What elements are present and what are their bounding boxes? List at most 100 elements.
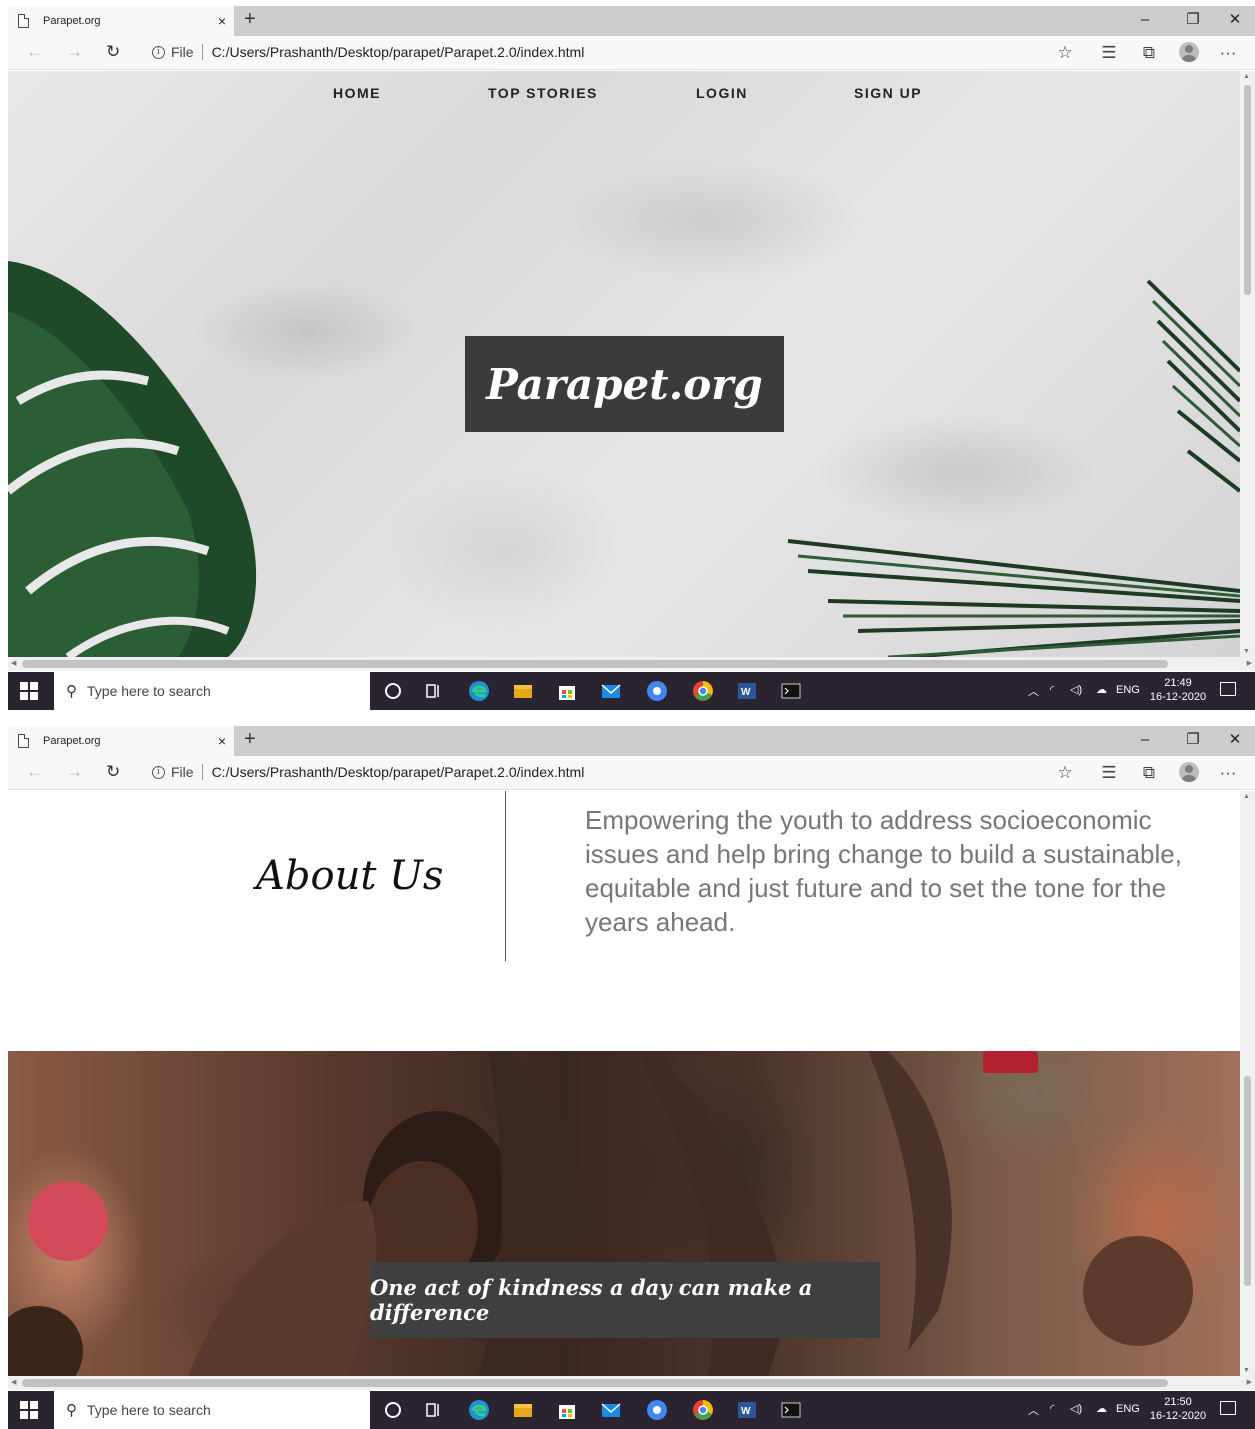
hero-section: HOME TOP STORIES LOGIN SIGN UP Parapet.o… (8, 71, 1240, 657)
taskbar-search-input[interactable]: ⚲ Type here to search (54, 1391, 370, 1429)
notification-icon[interactable] (1220, 1401, 1236, 1415)
volume-icon[interactable]: ◁) (1070, 683, 1082, 710)
screenshot-gap (0, 710, 1255, 726)
network-icon[interactable]: ◜ (1050, 683, 1054, 710)
cortana-icon[interactable] (382, 680, 404, 702)
url-field[interactable]: i File C:/Users/Prashanth/Desktop/parape… (152, 764, 584, 780)
hscroll-thumb[interactable] (22, 660, 1168, 668)
language-indicator[interactable]: ENG (1116, 1403, 1140, 1429)
taskbar-search-input[interactable]: ⚲ Type here to search (54, 672, 370, 710)
forward-icon[interactable]: → (66, 762, 83, 782)
nav-top-stories[interactable]: TOP STORIES (488, 85, 598, 101)
scroll-thumb[interactable] (1244, 1076, 1251, 1286)
cortana-icon[interactable] (382, 1399, 404, 1421)
scroll-left-icon[interactable]: ◀ (11, 659, 16, 667)
nav-login[interactable]: LOGIN (696, 85, 748, 101)
chrome-blue-icon[interactable] (646, 680, 668, 702)
task-view-icon[interactable] (422, 680, 444, 702)
volume-icon[interactable]: ◁) (1070, 1402, 1082, 1429)
mail-icon[interactable] (600, 680, 622, 702)
close-window-button[interactable]: ✕ (1214, 726, 1255, 756)
scroll-right-icon[interactable]: ▶ (1247, 659, 1252, 667)
show-hidden-icons[interactable]: ︿ (1028, 1402, 1039, 1429)
forward-icon[interactable]: → (66, 42, 83, 62)
onedrive-icon[interactable]: ☁ (1096, 1402, 1107, 1429)
tab-close-button[interactable]: × (218, 733, 226, 749)
mail-icon[interactable] (600, 1399, 622, 1421)
word-icon[interactable]: W (736, 680, 758, 702)
edge-icon[interactable] (468, 680, 490, 702)
scroll-down-icon[interactable]: ▼ (1243, 1367, 1250, 1374)
onedrive-icon[interactable]: ☁ (1096, 683, 1107, 710)
horizontal-scrollbar[interactable]: ◀ ▶ (8, 1376, 1255, 1390)
info-icon[interactable]: i (152, 765, 165, 779)
new-tab-button[interactable]: + (244, 8, 256, 31)
profile-avatar[interactable] (1179, 42, 1199, 62)
refresh-icon[interactable]: ↻ (106, 762, 120, 782)
more-menu-icon[interactable]: ··· (1217, 43, 1239, 63)
hscroll-thumb[interactable] (22, 1379, 1168, 1387)
page-viewport: HOME TOP STORIES LOGIN SIGN UP Parapet.o… (8, 71, 1240, 657)
terminal-icon[interactable] (780, 1399, 802, 1421)
restore-button[interactable]: ❐ (1172, 6, 1214, 36)
windows-start-icon[interactable] (20, 682, 38, 700)
horizontal-scrollbar[interactable]: ◀ ▶ (8, 657, 1255, 671)
scroll-down-icon[interactable]: ▼ (1243, 648, 1250, 655)
windows-start-icon[interactable] (20, 1401, 38, 1419)
show-hidden-icons[interactable]: ︿ (1028, 683, 1039, 710)
scroll-up-icon[interactable]: ▲ (1243, 793, 1250, 800)
url-separator (201, 44, 203, 60)
favorites-list-icon[interactable]: ☰ (1098, 763, 1120, 783)
terminal-icon[interactable] (780, 680, 802, 702)
edge-icon[interactable] (468, 1399, 490, 1421)
info-icon[interactable]: i (152, 45, 165, 59)
word-icon[interactable]: W (736, 1399, 758, 1421)
scroll-left-icon[interactable]: ◀ (11, 1378, 16, 1386)
browser-tab[interactable]: Parapet.org × (8, 6, 234, 36)
clock[interactable]: 21:49 16-12-2020 (1148, 676, 1208, 704)
chrome-blue-icon[interactable] (646, 1399, 668, 1421)
minimize-button[interactable]: – (1124, 6, 1166, 36)
minimize-button[interactable]: – (1124, 726, 1166, 756)
scroll-right-icon[interactable]: ▶ (1247, 1378, 1252, 1386)
task-view-icon[interactable] (422, 1399, 444, 1421)
tab-close-button[interactable]: × (218, 13, 226, 29)
address-bar: ← → ↻ i File C:/Users/Prashanth/Desktop/… (8, 756, 1255, 790)
favorites-list-icon[interactable]: ☰ (1098, 43, 1120, 63)
restore-button[interactable]: ❐ (1172, 726, 1214, 756)
url-text[interactable]: C:/Users/Prashanth/Desktop/parapet/Parap… (212, 764, 585, 780)
vertical-scrollbar[interactable]: ▲ ▼ (1240, 71, 1255, 657)
about-text: Empowering the youth to address socioeco… (585, 805, 1182, 937)
store-icon[interactable] (556, 1399, 578, 1421)
back-icon[interactable]: ← (26, 762, 43, 782)
chrome-icon[interactable] (692, 1399, 714, 1421)
nav-home[interactable]: HOME (333, 85, 381, 101)
favorite-star-icon[interactable]: ☆ (1054, 763, 1076, 783)
nav-sign-up[interactable]: SIGN UP (854, 85, 922, 101)
file-explorer-icon[interactable] (512, 680, 534, 702)
new-tab-button[interactable]: + (244, 728, 256, 751)
more-menu-icon[interactable]: ··· (1217, 763, 1239, 783)
file-explorer-icon[interactable] (512, 1399, 534, 1421)
network-icon[interactable]: ◜ (1050, 1402, 1054, 1429)
url-field[interactable]: i File C:/Users/Prashanth/Desktop/parape… (152, 44, 584, 60)
scroll-up-icon[interactable]: ▲ (1243, 73, 1250, 80)
refresh-icon[interactable]: ↻ (106, 42, 120, 62)
store-icon[interactable] (556, 680, 578, 702)
back-icon[interactable]: ← (26, 42, 43, 62)
favorite-star-icon[interactable]: ☆ (1054, 43, 1076, 63)
collections-icon[interactable]: ⧉ (1138, 43, 1160, 63)
clock[interactable]: 21:50 16-12-2020 (1148, 1395, 1208, 1423)
profile-avatar[interactable] (1179, 762, 1199, 782)
browser-tab[interactable]: Parapet.org × (8, 726, 234, 756)
notification-icon[interactable] (1220, 682, 1236, 696)
scroll-thumb[interactable] (1244, 85, 1251, 295)
url-text[interactable]: C:/Users/Prashanth/Desktop/parapet/Parap… (212, 44, 585, 60)
file-label: File (171, 44, 194, 60)
collections-icon[interactable]: ⧉ (1138, 763, 1160, 783)
vertical-scrollbar[interactable]: ▲ ▼ (1240, 791, 1255, 1376)
chrome-icon[interactable] (692, 680, 714, 702)
close-window-button[interactable]: ✕ (1214, 6, 1255, 36)
language-indicator[interactable]: ENG (1116, 684, 1140, 710)
about-title: About Us (256, 853, 444, 899)
